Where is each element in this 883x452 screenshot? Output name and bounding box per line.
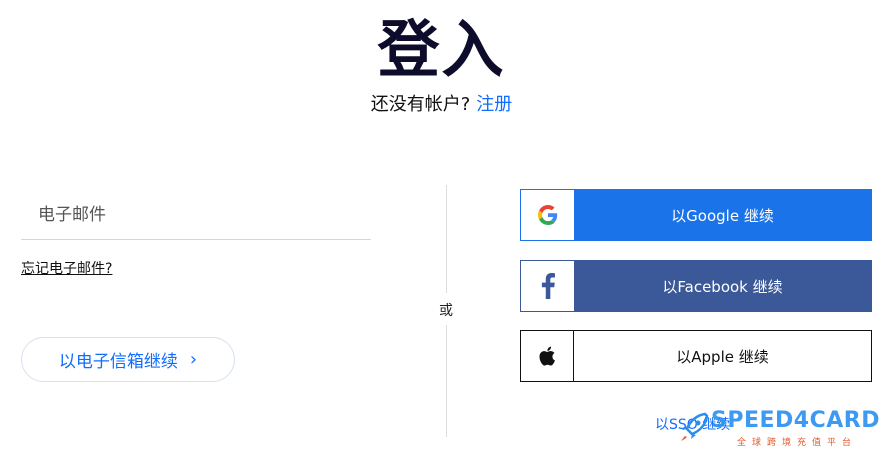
vertical-divider-top xyxy=(446,185,447,293)
continue-with-apple-button[interactable]: 以Apple 继续 xyxy=(520,330,872,382)
facebook-icon xyxy=(521,261,574,311)
email-field[interactable] xyxy=(21,190,371,240)
rocket-icon xyxy=(681,412,709,441)
signup-link[interactable]: 注册 xyxy=(476,94,512,115)
apple-icon xyxy=(521,331,574,381)
watermark-brand: SPEED4CARD xyxy=(711,408,880,433)
continue-with-facebook-label: 以Facebook 继续 xyxy=(662,277,783,296)
continue-with-facebook-button[interactable]: 以Facebook 继续 xyxy=(520,260,872,312)
signup-prompt: 还没有帐户? 注册 xyxy=(0,93,883,117)
google-icon xyxy=(521,190,574,240)
watermark-tagline: 全球跨境充值平台 xyxy=(737,438,858,448)
continue-with-email-button[interactable]: 以电子信箱继续 › xyxy=(21,337,235,382)
continue-with-google-label: 以Google 继续 xyxy=(671,206,774,225)
continue-with-google-button[interactable]: 以Google 继续 xyxy=(520,189,872,241)
forgot-email-link[interactable]: 忘记电子邮件? xyxy=(21,258,112,278)
continue-with-email-label: 以电子信箱继续 xyxy=(58,352,178,372)
or-label: 或 xyxy=(439,303,453,319)
continue-with-apple-label: 以Apple 继续 xyxy=(676,347,769,366)
speed4card-watermark: SPEED4CARD 全球跨境充值平台 xyxy=(675,408,880,448)
chevron-right-icon: › xyxy=(189,349,198,370)
page-title: 登入 xyxy=(377,13,506,86)
signup-prompt-text: 还没有帐户? xyxy=(370,94,471,115)
vertical-divider-bottom xyxy=(446,325,447,437)
